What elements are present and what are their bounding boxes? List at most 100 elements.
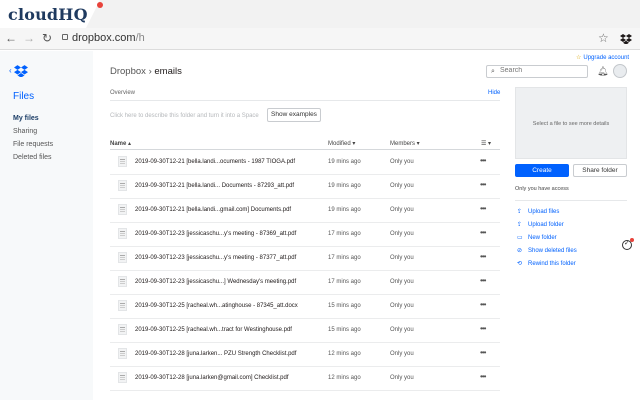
modified-time: 17 mins ago: [328, 255, 361, 261]
search-box[interactable]: ⌕: [486, 65, 588, 78]
sidebar-item-sharing[interactable]: Sharing: [13, 128, 37, 135]
rewind-icon: ⟲: [517, 261, 523, 267]
upload-folder-action[interactable]: ⇪ Upload folder: [517, 221, 564, 228]
forward-icon[interactable]: →: [22, 31, 36, 45]
more-options-icon[interactable]: •••: [480, 228, 486, 237]
file-name[interactable]: 2019-09-30T12-28 [juna.larken@gmail.com]…: [135, 375, 289, 381]
upgrade-label: Upgrade account: [583, 55, 630, 61]
table-row[interactable]: 2019-09-30T12-25 [racheal.wh...tract for…: [110, 319, 500, 343]
rewind-folder-action[interactable]: ⟲ Rewind this folder: [517, 260, 576, 267]
header-divider: [110, 149, 500, 150]
back-icon[interactable]: ←: [4, 31, 18, 45]
file-name[interactable]: 2019-09-30T12-28 [juna.larken... PZU Str…: [135, 351, 296, 357]
file-name[interactable]: 2019-09-30T12-21 [bella.landi...ocuments…: [135, 159, 295, 165]
members: Only you: [390, 159, 414, 165]
notification-dot: [97, 2, 103, 8]
more-options-icon[interactable]: •••: [480, 252, 486, 261]
upload-folder-icon: ⇪: [517, 222, 523, 228]
more-options-icon[interactable]: •••: [480, 180, 486, 189]
chevron-left-icon[interactable]: ‹: [9, 66, 12, 75]
modified-time: 15 mins ago: [328, 327, 361, 333]
sidebar-item-my-files[interactable]: My files: [13, 115, 39, 122]
sidebar-title: Files: [13, 91, 35, 102]
more-options-icon[interactable]: •••: [480, 204, 486, 213]
members: Only you: [390, 279, 414, 285]
upload-files-icon: ⇪: [517, 209, 523, 215]
reload-icon[interactable]: ↻: [40, 31, 54, 45]
table-row[interactable]: 2019-09-30T12-21 [bella.landi...ocuments…: [110, 151, 500, 175]
pdf-file-icon: [118, 324, 127, 335]
dropbox-extension-icon[interactable]: [620, 34, 632, 44]
modified-time: 15 mins ago: [328, 303, 361, 309]
avatar[interactable]: [613, 64, 627, 78]
members: Only you: [390, 207, 414, 213]
dropbox-logo-icon[interactable]: [14, 65, 28, 77]
members: Only you: [390, 351, 414, 357]
new-folder-icon: ▭: [517, 235, 523, 241]
column-header-members[interactable]: Members ▾: [390, 140, 420, 147]
action-label: Show deleted files: [528, 248, 577, 254]
create-button[interactable]: Create: [515, 164, 569, 177]
address-bar[interactable]: dropbox.com/h: [62, 32, 145, 44]
more-options-icon[interactable]: •••: [480, 300, 486, 309]
bookmark-star-icon[interactable]: ☆: [598, 31, 609, 45]
file-name[interactable]: 2019-09-30T12-21 [bella.landi...gmail.co…: [135, 207, 291, 213]
more-options-icon[interactable]: •••: [480, 156, 486, 165]
bell-icon[interactable]: 🔔︎: [597, 66, 608, 77]
view-options-icon[interactable]: ☰ ▾: [481, 140, 491, 147]
divider: [515, 200, 627, 201]
action-label: Upload files: [528, 209, 560, 215]
column-header-modified[interactable]: Modified ▾: [328, 140, 355, 147]
column-header-name[interactable]: Name ▴: [110, 140, 131, 147]
table-row[interactable]: 2019-09-30T12-28 [juna.larken@gmail.com]…: [110, 367, 500, 391]
breadcrumb-root[interactable]: Dropbox: [110, 66, 146, 77]
modified-time: 12 mins ago: [328, 351, 361, 357]
file-name[interactable]: 2019-09-30T12-23 [jessicaschu...] Wednes…: [135, 279, 296, 285]
cloudhq-logo[interactable]: cloudHQ: [8, 5, 88, 24]
table-row[interactable]: 2019-09-30T12-28 [juna.larken... PZU Str…: [110, 343, 500, 367]
modified-time: 19 mins ago: [328, 207, 361, 213]
show-deleted-files-action[interactable]: ⊘ Show deleted files: [517, 247, 577, 254]
file-name[interactable]: 2019-09-30T12-25 [racheal.wh...atinghous…: [135, 303, 298, 309]
more-options-icon[interactable]: •••: [480, 348, 486, 357]
more-options-icon[interactable]: •••: [480, 276, 486, 285]
members: Only you: [390, 303, 414, 309]
upload-files-action[interactable]: ⇪ Upload files: [517, 208, 559, 215]
table-row[interactable]: 2019-09-30T12-23 [jessicaschu...y's meet…: [110, 247, 500, 271]
share-folder-button[interactable]: Share folder: [573, 164, 627, 177]
search-input[interactable]: [500, 67, 580, 74]
pdf-file-icon: [118, 228, 127, 239]
show-examples-button[interactable]: Show examples: [267, 108, 321, 122]
modified-time: 19 mins ago: [328, 159, 361, 165]
file-name[interactable]: 2019-09-30T12-25 [racheal.wh...tract for…: [135, 327, 292, 333]
sidebar-item-deleted-files[interactable]: Deleted files: [13, 154, 52, 161]
star-icon: ☆: [576, 55, 582, 61]
table-row[interactable]: 2019-09-30T12-21 [bella.landi...gmail.co…: [110, 199, 500, 223]
more-options-icon[interactable]: •••: [480, 324, 486, 333]
modified-time: 17 mins ago: [328, 231, 361, 237]
cloudhq-brand-bar: cloudHQ: [0, 0, 640, 28]
new-folder-action[interactable]: ▭ New folder: [517, 234, 557, 241]
file-name[interactable]: 2019-09-30T12-23 [jessicaschu...y's meet…: [135, 255, 296, 261]
breadcrumb-separator: ›: [148, 66, 152, 77]
lock-icon: [62, 34, 68, 40]
pdf-file-icon: [118, 348, 127, 359]
table-row[interactable]: 2019-09-30T12-25 [racheal.wh...atinghous…: [110, 295, 500, 319]
members: Only you: [390, 327, 414, 333]
notification-dot: [630, 238, 634, 242]
pdf-file-icon: [118, 204, 127, 215]
pdf-file-icon: [118, 252, 127, 263]
table-row[interactable]: 2019-09-30T12-23 [jessicaschu...] Wednes…: [110, 271, 500, 295]
file-preview-panel: Select a file to see more details: [515, 87, 627, 159]
folder-description-field[interactable]: Click here to describe this folder and t…: [110, 113, 259, 119]
upgrade-account-link[interactable]: ☆ Upgrade account: [576, 54, 629, 61]
file-name[interactable]: 2019-09-30T12-23 [jessicaschu...y's meet…: [135, 231, 296, 237]
hide-overview-link[interactable]: Hide: [488, 90, 500, 96]
table-row[interactable]: 2019-09-30T12-23 [jessicaschu...y's meet…: [110, 223, 500, 247]
more-options-icon[interactable]: •••: [480, 372, 486, 381]
modified-time: 12 mins ago: [328, 375, 361, 381]
table-row[interactable]: 2019-09-30T12-21 [bella.landi... Documen…: [110, 175, 500, 199]
pdf-file-icon: [118, 156, 127, 167]
file-name[interactable]: 2019-09-30T12-21 [bella.landi... Documen…: [135, 183, 294, 189]
sidebar-item-file-requests[interactable]: File requests: [13, 141, 53, 148]
